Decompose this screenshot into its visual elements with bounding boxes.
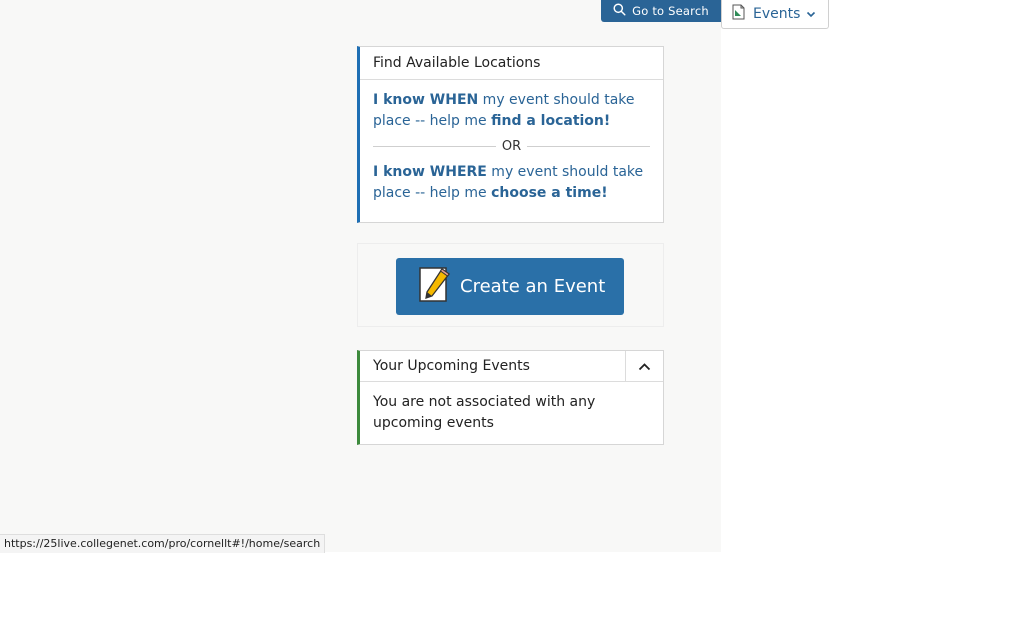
- status-bar-url: https://25live.collegenet.com/pro/cornel…: [0, 534, 326, 553]
- when-bold-text: I know WHEN: [373, 92, 479, 108]
- search-icon: [613, 3, 626, 19]
- notepad-pencil-icon: [418, 265, 452, 308]
- collapse-button[interactable]: [625, 351, 663, 381]
- create-event-button[interactable]: Create an Event: [396, 258, 624, 315]
- events-dropdown[interactable]: Events: [721, 0, 829, 29]
- when-tail-text: find a location!: [491, 113, 611, 129]
- choose-time-link[interactable]: I know WHERE my event should take place …: [360, 162, 663, 204]
- go-to-search-label: Go to Search: [632, 4, 709, 18]
- find-locations-title: Find Available Locations: [360, 47, 663, 80]
- divider-line-left: [373, 146, 496, 147]
- divider-line-right: [527, 146, 651, 147]
- create-event-label: Create an Event: [460, 276, 606, 297]
- find-location-link[interactable]: I know WHEN my event should take place -…: [360, 90, 663, 132]
- or-label: OR: [501, 139, 522, 154]
- events-doc-icon: [732, 4, 745, 24]
- upcoming-events-title: Your Upcoming Events: [373, 358, 530, 374]
- where-bold-text: I know WHERE: [373, 164, 487, 180]
- upcoming-events-card: Your Upcoming Events You are not associa…: [357, 350, 664, 445]
- events-dropdown-label: Events: [753, 6, 801, 22]
- upcoming-empty-message: You are not associated with any upcoming…: [373, 394, 596, 431]
- where-tail-text: choose a time!: [491, 185, 608, 201]
- go-to-search-button[interactable]: Go to Search: [601, 0, 721, 22]
- find-locations-card: Find Available Locations I know WHEN my …: [357, 46, 664, 223]
- create-event-panel: Create an Event: [357, 243, 664, 327]
- chevron-up-icon: [638, 362, 651, 370]
- chevron-down-icon: [807, 11, 816, 18]
- upcoming-events-header: Your Upcoming Events: [360, 351, 663, 382]
- or-divider: OR: [373, 139, 651, 154]
